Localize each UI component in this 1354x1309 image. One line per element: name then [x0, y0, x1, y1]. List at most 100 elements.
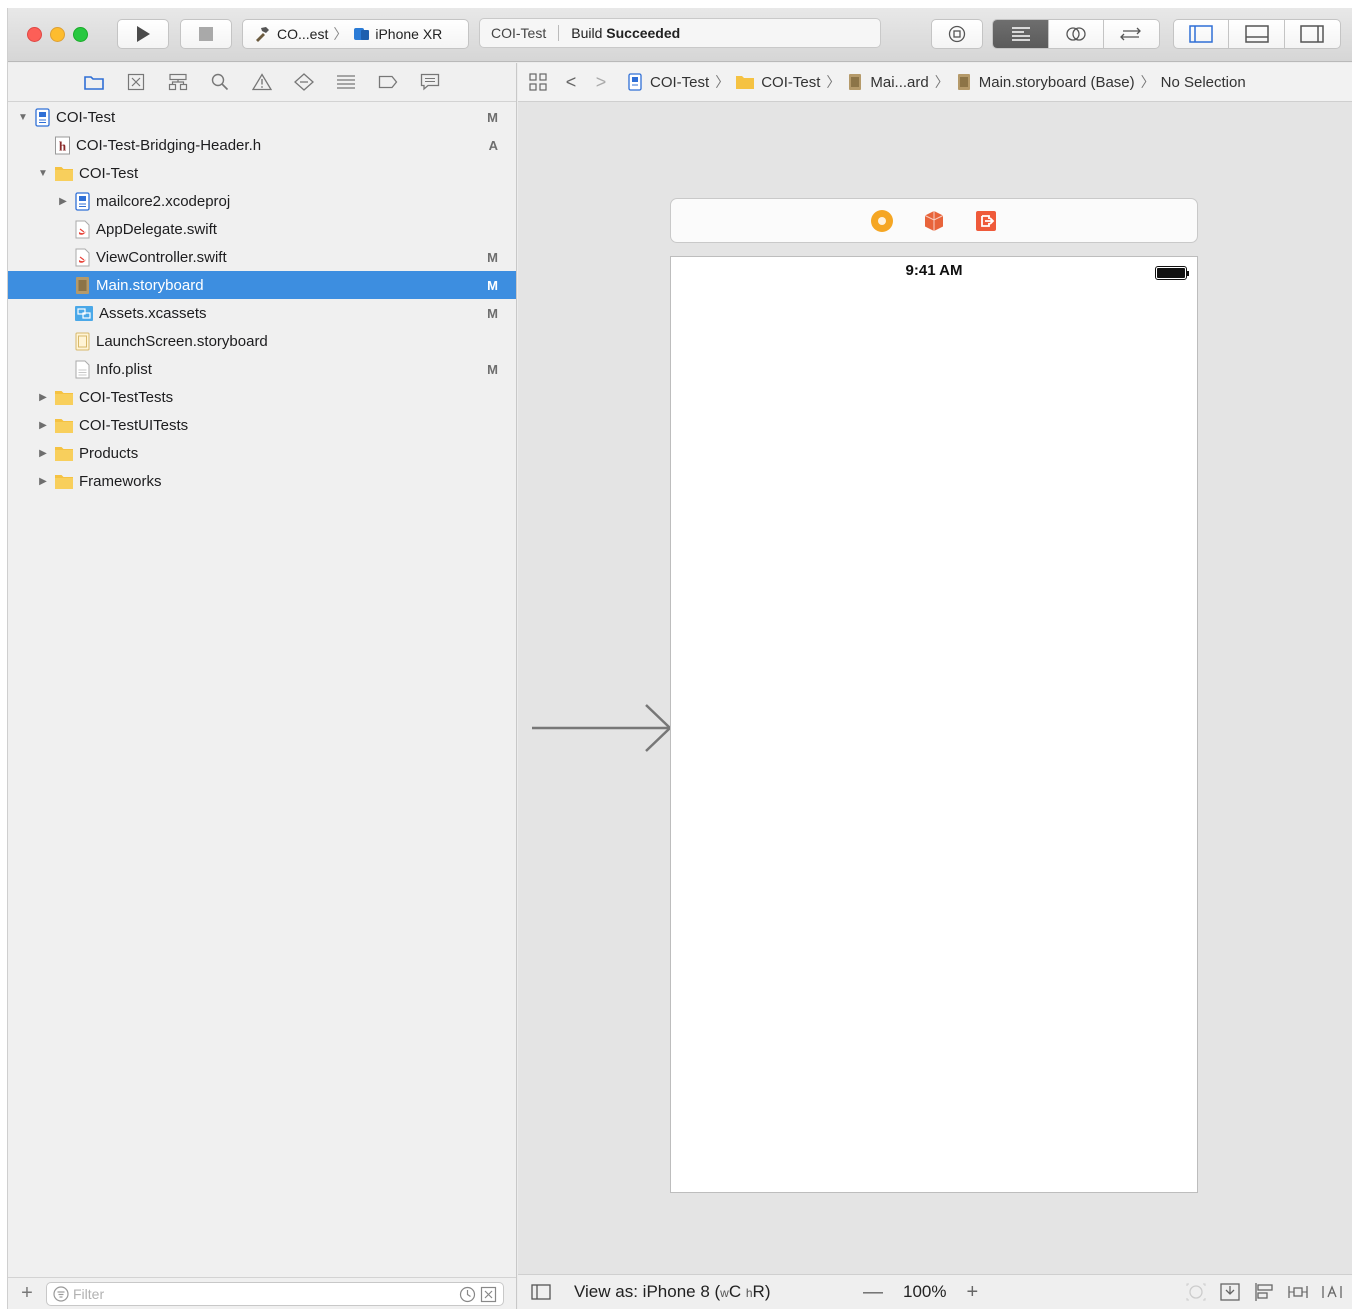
run-button[interactable] — [117, 19, 169, 49]
source-control-navigator-tab[interactable] — [115, 67, 157, 97]
breakpoint-icon — [378, 75, 398, 89]
file-tree-row[interactable]: AppDelegate.swift — [8, 215, 516, 243]
find-navigator-tab[interactable] — [199, 67, 241, 97]
file-tree-row[interactable]: ▶ COI-TestUITests — [8, 411, 516, 439]
disclosure-expanded-icon[interactable]: ▼ — [16, 110, 30, 124]
file-tree-row[interactable]: ▶ mailcore2.xcodeproj — [8, 187, 516, 215]
disclosure-collapsed-icon[interactable]: ▶ — [36, 390, 50, 404]
build-status: Build Succeeded — [571, 25, 680, 41]
device-name: iPhone XR — [375, 26, 443, 42]
left-panel-icon — [1189, 25, 1213, 43]
folder-icon — [55, 474, 73, 489]
crumb-localization[interactable]: Main.storyboard (Base) — [979, 74, 1135, 91]
file-tree-label: COI-TestUITests — [79, 416, 189, 434]
version-editor-icon — [1120, 27, 1142, 41]
related-items-icon[interactable] — [528, 72, 548, 92]
disclosure-collapsed-icon[interactable]: ▶ — [36, 418, 50, 432]
first-responder-icon[interactable] — [922, 209, 946, 233]
close-window-button[interactable] — [27, 27, 42, 42]
crumb-separator: 〉 — [715, 74, 730, 90]
add-file-button[interactable]: + — [8, 1282, 46, 1305]
initial-view-controller-arrow[interactable] — [532, 703, 672, 753]
disclosure-collapsed-icon[interactable]: ▶ — [36, 446, 50, 460]
zoom-in-button[interactable]: + — [966, 1281, 978, 1304]
storyboard-canvas[interactable]: 9:41 AM — [518, 103, 1352, 1274]
align-icon[interactable] — [1253, 1282, 1275, 1302]
toggle-inspector-button[interactable] — [1285, 20, 1340, 48]
symbol-navigator-tab[interactable] — [157, 67, 199, 97]
test-navigator-tab[interactable] — [283, 67, 325, 97]
embed-in-icon[interactable] — [1219, 1282, 1241, 1302]
zoom-window-button[interactable] — [73, 27, 88, 42]
scheme-separator: 〉 — [333, 26, 348, 42]
minimize-window-button[interactable] — [50, 27, 65, 42]
library-button[interactable] — [931, 19, 983, 49]
view-as-device-button[interactable]: View as: iPhone 8 (wC hR) — [574, 1282, 771, 1302]
standard-editor-button[interactable] — [993, 20, 1050, 48]
source-control-filter-icon[interactable] — [480, 1286, 497, 1303]
zoom-level[interactable]: 100% — [903, 1282, 946, 1302]
file-tree-row[interactable]: ▶ COI-TestTests — [8, 383, 516, 411]
scheme-selector[interactable]: CO...est 〉 iPhone XR — [242, 19, 469, 49]
debug-navigator-tab[interactable] — [325, 67, 367, 97]
disclosure-collapsed-icon[interactable]: ▶ — [56, 194, 70, 208]
crumb-project[interactable]: COI-Test — [650, 74, 709, 91]
resolve-auto-layout-icon[interactable] — [1321, 1282, 1343, 1302]
zoom-out-button[interactable]: — — [863, 1281, 883, 1304]
recent-files-icon[interactable] — [459, 1286, 476, 1303]
project-navigator-tab[interactable] — [73, 67, 115, 97]
zoom-controls: — 100% + — [863, 1281, 978, 1304]
project-navigator: ▼ COI-Test Mh COI-Test-Bridging-Header.h A ▼ C… — [8, 63, 517, 1309]
file-tree-row[interactable]: ▼ COI-Test — [8, 159, 516, 187]
add-constraints-icon[interactable] — [1287, 1282, 1309, 1302]
filter-icon — [53, 1285, 69, 1302]
stop-button[interactable] — [180, 19, 232, 49]
file-tree-label: LaunchScreen.storyboard — [96, 332, 268, 350]
file-tree-row[interactable]: ▶ Frameworks — [8, 467, 516, 495]
navigator-footer: + — [8, 1277, 516, 1309]
crumb-file[interactable]: Mai...ard — [870, 74, 928, 91]
file-tree-row[interactable]: h COI-Test-Bridging-Header.h A — [8, 131, 516, 159]
toolbar: CO...est 〉 iPhone XR COI-Test Build Succ… — [8, 8, 1352, 62]
file-tree-label: Frameworks — [79, 472, 162, 490]
view-controller-icon[interactable] — [870, 209, 894, 233]
exit-icon[interactable] — [974, 209, 998, 233]
crumb-separator: 〉 — [934, 74, 949, 90]
file-tree-row[interactable]: ▶ Products — [8, 439, 516, 467]
update-frames-icon[interactable] — [1185, 1282, 1207, 1302]
view-controller-scene[interactable]: 9:41 AM — [670, 256, 1198, 1193]
toggle-navigator-button[interactable] — [1174, 20, 1230, 48]
disclosure-collapsed-icon[interactable]: ▶ — [36, 474, 50, 488]
forward-button[interactable]: > — [586, 72, 616, 93]
issue-navigator-tab[interactable] — [241, 67, 283, 97]
file-tree-label: COI-Test — [56, 108, 116, 126]
crumb-group[interactable]: COI-Test — [761, 74, 820, 91]
assistant-editor-icon — [1066, 27, 1086, 41]
crumb-selection[interactable]: No Selection — [1161, 74, 1246, 91]
file-tree-row[interactable]: Info.plist M — [8, 355, 516, 383]
back-button[interactable]: < — [556, 72, 586, 93]
width-class-value: C — [728, 1282, 742, 1301]
file-tree-row[interactable]: ViewController.swift M — [8, 243, 516, 271]
plist-icon — [75, 360, 90, 378]
warning-icon — [252, 73, 272, 91]
version-editor-button[interactable] — [1104, 20, 1159, 48]
file-tree-row[interactable]: Main.storyboard M — [8, 271, 516, 299]
file-tree-row[interactable]: ▼ COI-Test M — [8, 103, 516, 131]
disclosure-expanded-icon[interactable]: ▼ — [36, 166, 50, 180]
source-control-status: M — [487, 277, 498, 293]
folder-icon — [55, 166, 73, 181]
breakpoint-navigator-tab[interactable] — [367, 67, 409, 97]
editor-footer: View as: iPhone 8 (wC hR) — 100% + — [518, 1274, 1352, 1309]
assistant-editor-button[interactable] — [1049, 20, 1104, 48]
file-tree-row[interactable]: Assets.xcassets M — [8, 299, 516, 327]
filter-input[interactable] — [73, 1285, 373, 1302]
swift-file-icon — [75, 248, 90, 266]
document-outline-toggle-icon[interactable] — [531, 1284, 551, 1300]
battery-icon — [1155, 266, 1189, 280]
file-tree-row[interactable]: LaunchScreen.storyboard — [8, 327, 516, 355]
height-class-value: R — [752, 1282, 765, 1301]
report-navigator-tab[interactable] — [409, 67, 451, 97]
storyboard-icon — [957, 74, 970, 90]
toggle-debug-area-button[interactable] — [1229, 20, 1285, 48]
